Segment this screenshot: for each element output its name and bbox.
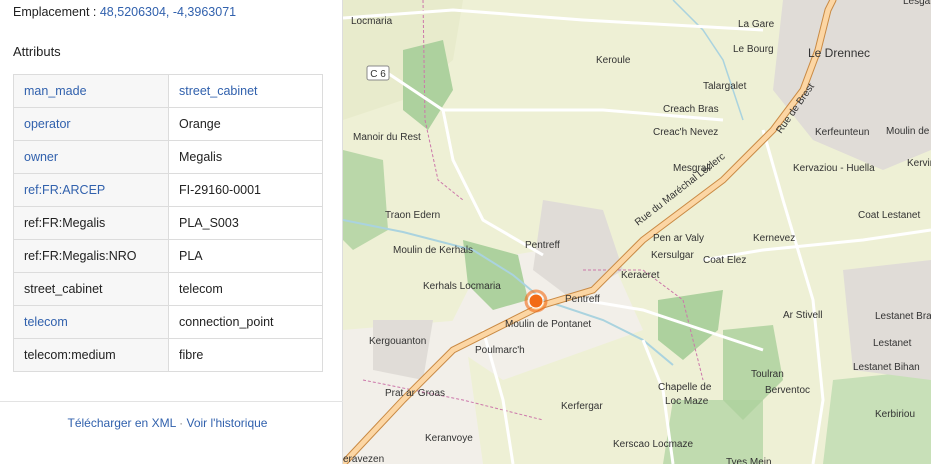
attribute-value[interactable]: street_cabinet	[168, 74, 323, 108]
attribute-key[interactable]: man_made	[13, 74, 169, 108]
place-label: Coat Elez	[703, 255, 746, 266]
attribute-row: owner Megalis	[13, 140, 323, 174]
footer-divider	[0, 401, 343, 402]
attribute-row: ref:FR:Megalis PLA_S003	[13, 206, 323, 240]
attribute-row: operator Orange	[13, 107, 323, 141]
view-history-link[interactable]: Voir l'historique	[186, 416, 267, 430]
place-label: Ar Stivell	[783, 310, 822, 321]
attribute-key[interactable]: ref:FR:ARCEP	[13, 173, 169, 207]
attribute-value: fibre	[168, 338, 323, 372]
place-label: Pentreff	[525, 240, 560, 251]
attribute-key[interactable]: telecom	[13, 305, 169, 339]
place-label: Chapelle de	[658, 382, 712, 393]
attribute-key[interactable]: owner	[13, 140, 169, 174]
location-coordinates-link[interactable]: 48,5206304, -4,3963071	[100, 5, 236, 19]
place-label: Poulmarc'h	[475, 345, 525, 356]
attribute-row: street_cabinet telecom	[13, 272, 323, 306]
download-xml-link[interactable]: Télécharger en XML	[68, 416, 176, 430]
place-label: Toulran	[751, 369, 784, 380]
place-label: eravezen	[343, 454, 384, 464]
feature-info-panel: Emplacement : 48,5206304, -4,3963071 Att…	[0, 0, 343, 464]
attributes-table: man_made street_cabinet operator Orange owne…	[13, 74, 323, 372]
place-label: Lestanet Braz	[875, 311, 931, 322]
attribute-row: man_made street_cabinet	[13, 74, 323, 108]
attribute-value: Megalis	[168, 140, 323, 174]
place-label: Locmaria	[351, 16, 393, 27]
place-label: Loc Maze	[665, 396, 709, 407]
place-label: Kernevez	[753, 233, 795, 244]
town-label: Le Drennec	[808, 46, 870, 60]
place-label: Lestanet Bihan	[853, 362, 920, 373]
attribute-value: telecom	[168, 272, 323, 306]
attribute-value: Orange	[168, 107, 323, 141]
attribute-value: PLA_S003	[168, 206, 323, 240]
attribute-value: connection_point	[168, 305, 323, 339]
place-label: Pentreff	[565, 294, 600, 305]
place-label: Kerfeunteun	[815, 127, 870, 138]
place-label: Pen ar Valy	[653, 233, 704, 244]
place-label: Keranvoye	[425, 433, 473, 444]
place-label: Tyes Mein	[726, 457, 772, 464]
place-label: Kerfergar	[561, 401, 603, 412]
selected-feature-marker[interactable]	[528, 293, 544, 309]
place-label: Lestanet	[873, 338, 912, 349]
attribute-key: street_cabinet	[13, 272, 169, 306]
footer-links: Télécharger en XML · Voir l'historique	[0, 416, 335, 430]
place-label: Talargalet	[703, 81, 747, 92]
location-row: Emplacement : 48,5206304, -4,3963071	[13, 5, 236, 19]
place-label: Le Bourg	[733, 44, 774, 55]
place-label: Moulin de	[886, 126, 930, 137]
place-label: Prat ar Groas	[385, 388, 445, 399]
place-label: Kergouanton	[369, 336, 426, 347]
attribute-row: telecom:medium fibre	[13, 338, 323, 372]
hamlet-area	[373, 320, 433, 380]
footer-separator: ·	[179, 416, 184, 430]
place-label: Keroule	[596, 55, 631, 66]
place-label: La Gare	[738, 19, 775, 30]
place-label: Traon Edern	[385, 210, 440, 221]
place-label: Lesgar	[903, 0, 931, 7]
attributes-heading: Attributs	[13, 44, 61, 59]
place-label: Berventoc	[765, 385, 810, 396]
place-label: Creach Bras	[663, 104, 719, 115]
place-label: Kervin	[907, 158, 931, 169]
place-label: Moulin de Pontanet	[505, 319, 591, 330]
attribute-value: PLA	[168, 239, 323, 273]
attribute-key: ref:FR:Megalis	[13, 206, 169, 240]
location-label: Emplacement :	[13, 5, 97, 19]
place-label: Kerbiriou	[875, 409, 915, 420]
place-label: Kerhals Locmaria	[423, 281, 501, 292]
attribute-row: ref:FR:Megalis:NRO PLA	[13, 239, 323, 273]
place-label: Moulin de Kerhals	[393, 245, 473, 256]
place-label: Manoir du Rest	[353, 132, 421, 143]
place-label: Coat Lestanet	[858, 210, 920, 221]
forest-area	[663, 400, 763, 464]
place-label: Mesgrall	[673, 163, 711, 174]
attribute-value: FI-29160-0001	[168, 173, 323, 207]
road-shield-label: C 6	[370, 69, 386, 80]
attribute-key: telecom:medium	[13, 338, 169, 372]
attribute-key[interactable]: operator	[13, 107, 169, 141]
map-view[interactable]: C 6 Rue du Maréchal Leclerc Rue de Brest…	[343, 0, 931, 464]
place-label: Creac'h Nevez	[653, 127, 718, 138]
attribute-key: ref:FR:Megalis:NRO	[13, 239, 169, 273]
place-label: Keraeret	[621, 270, 660, 281]
place-label: Kerscao Locmaze	[613, 439, 693, 450]
place-label: Kersulgar	[651, 250, 694, 261]
map-canvas[interactable]: C 6 Rue du Maréchal Leclerc Rue de Brest…	[343, 0, 931, 464]
attribute-row: ref:FR:ARCEP FI-29160-0001	[13, 173, 323, 207]
place-label: Kervaziou - Huella	[793, 163, 875, 174]
attribute-row: telecom connection_point	[13, 305, 323, 339]
